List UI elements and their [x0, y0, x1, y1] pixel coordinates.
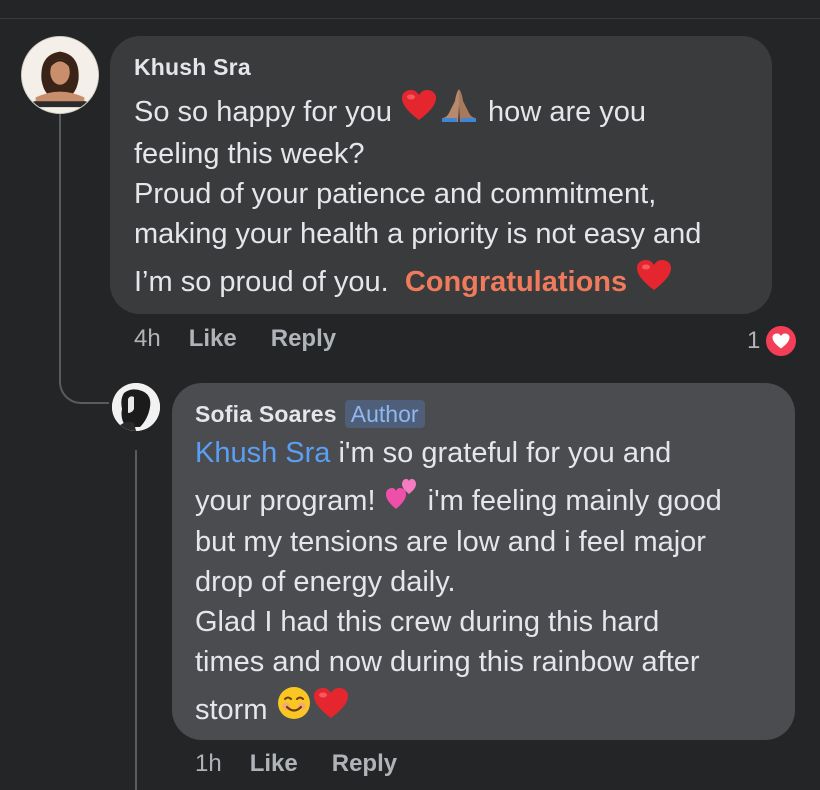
avatar[interactable]	[112, 383, 160, 431]
red-heart-emoji-icon	[636, 259, 672, 302]
comment-text: So so happy for you how are you feeling …	[134, 88, 748, 302]
comment-actions: 4h Like Reply	[134, 325, 370, 353]
reply-text: Khush Sra i'm so grateful for you and yo…	[195, 433, 771, 731]
comment-line: but my tensions are low and i feel major	[195, 525, 706, 558]
comment-line-text: I’m so proud of you.	[134, 265, 405, 298]
reaction-summary[interactable]: 1	[747, 324, 799, 358]
reply-button[interactable]: Reply	[332, 750, 397, 778]
reaction-count: 1	[747, 327, 761, 354]
two-hearts-emoji-icon	[385, 477, 419, 522]
comment-line-text: i'm feeling mainly good	[419, 485, 722, 517]
highlighted-word: Congratulations	[404, 265, 628, 298]
comment-bubble: Khush Sra So so happy for you how are yo…	[110, 36, 772, 314]
comment-line: feeling this week?	[134, 137, 365, 170]
comment-line: Proud of your patience and commitment,	[134, 177, 657, 210]
comment-line-text: how are you	[480, 96, 647, 128]
thread-connector-curve	[59, 360, 109, 404]
mentioned-user-link[interactable]: Khush Sra	[195, 437, 330, 469]
comment-line: drop of energy daily.	[195, 565, 456, 598]
avatar[interactable]	[21, 36, 99, 114]
comment-author[interactable]: Khush Sra	[134, 54, 251, 81]
comment-line-text: i'm so grateful for you and	[330, 437, 672, 469]
comment-line: storm	[195, 686, 771, 731]
reply-bubble: Sofia Soares Author Khush Sra i'm so gra…	[172, 383, 795, 740]
timestamp[interactable]: 1h	[195, 750, 222, 778]
red-heart-emoji-icon	[401, 89, 437, 132]
like-button[interactable]: Like	[250, 750, 298, 778]
red-heart-emoji-icon	[313, 687, 349, 730]
like-button[interactable]: Like	[189, 325, 237, 353]
top-divider	[0, 18, 820, 19]
comment-line-text: So so happy for you	[134, 96, 400, 128]
reply-actions: 1h Like Reply	[195, 750, 431, 778]
comment-line: I’m so proud of you. Congratulations	[134, 259, 748, 302]
thread-connector	[135, 450, 137, 790]
comment-line-text: storm	[195, 693, 276, 726]
timestamp[interactable]: 4h	[134, 325, 161, 353]
author-badge: Author	[344, 400, 425, 428]
comment-line: So so happy for you how are you	[134, 88, 748, 134]
comment-line: times and now during this rainbow after	[195, 645, 700, 678]
profile-photo-icon	[22, 37, 98, 113]
reply-button[interactable]: Reply	[271, 325, 336, 353]
smiling-face-emoji-icon	[277, 686, 311, 731]
comment-line: making your health a priority is not eas…	[134, 217, 702, 250]
comment-line: Glad I had this crew during this hard	[195, 605, 660, 638]
comment-line: your program! i'm feeling mainly good	[195, 478, 771, 522]
comment-line: Khush Sra i'm so grateful for you and	[195, 433, 771, 473]
love-reaction-icon	[764, 324, 799, 358]
profile-photo-icon	[112, 383, 160, 431]
comment-line-text: your program!	[195, 485, 384, 517]
reply-author[interactable]: Sofia Soares	[195, 401, 337, 428]
thread-connector	[59, 112, 61, 370]
folded-hands-emoji-icon	[439, 87, 479, 134]
